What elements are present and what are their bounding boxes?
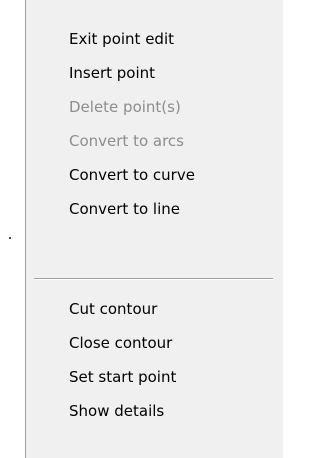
menu-item-close-contour[interactable]: Close contour (26, 326, 283, 360)
menu-item-set-start-point[interactable]: Set start point (26, 360, 283, 394)
context-menu: Exit point edit Insert point Delete poin… (25, 0, 283, 458)
menu-separator (34, 278, 273, 280)
menu-item-exit-point-edit[interactable]: Exit point edit (26, 22, 283, 56)
menu-item-insert-point[interactable]: Insert point (26, 56, 283, 90)
menu-item-delete-points: Delete point(s) (69, 98, 181, 116)
menu-item-convert-to-curve[interactable]: Convert to curve (26, 158, 283, 192)
menu-item-convert-to-arcs: Convert to arcs (69, 132, 184, 150)
menu-item-show-details[interactable]: Show details (26, 394, 283, 428)
background-dot (9, 237, 11, 239)
menu-item-cut-contour[interactable]: Cut contour (26, 292, 283, 326)
menu-item-convert-to-line[interactable]: Convert to line (26, 192, 283, 226)
